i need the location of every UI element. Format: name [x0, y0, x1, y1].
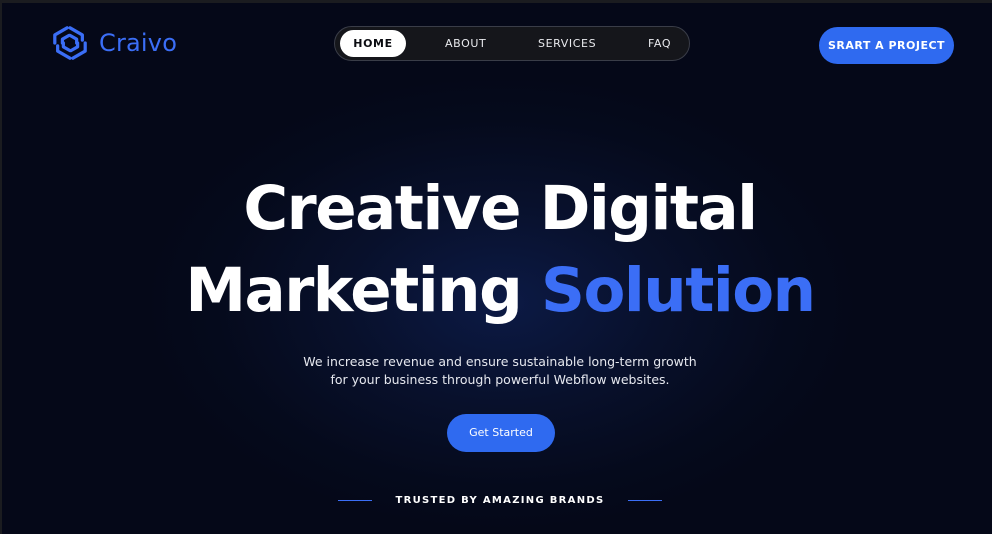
nav-item-home[interactable]: HOME: [340, 30, 406, 57]
divider-left: [337, 499, 372, 501]
hero-title: Creative Digital Marketing Solution: [2, 168, 992, 332]
brand-logo[interactable]: Craivo: [51, 24, 177, 62]
get-started-button[interactable]: Get Started: [447, 414, 555, 452]
hero-subtitle-line2: for your business through powerful Webfl…: [330, 372, 670, 387]
landing-page: Craivo HOME ABOUT SERVICES FAQ SRART A P…: [2, 3, 992, 534]
hero-subtitle-line1: We increase revenue and ensure sustainab…: [303, 354, 697, 369]
hero-title-line2: Marketing Solution: [2, 250, 992, 332]
hero-title-line1: Creative Digital: [243, 173, 758, 244]
hero-title-accent: Solution: [541, 255, 816, 326]
divider-right: [628, 499, 663, 501]
trusted-brands-label: TRUSTED BY AMAZING BRANDS: [395, 494, 605, 506]
trusted-brands-heading: TRUSTED BY AMAZING BRANDS: [2, 492, 992, 508]
nav-item-about[interactable]: ABOUT: [445, 27, 486, 60]
nav-item-services[interactable]: SERVICES: [538, 27, 596, 60]
hexagon-swirl-logo-icon: [53, 26, 87, 60]
start-project-button[interactable]: SRART A PROJECT: [819, 27, 954, 64]
hero-subtitle: We increase revenue and ensure sustainab…: [2, 353, 992, 389]
nav-item-faq[interactable]: FAQ: [648, 27, 671, 60]
main-nav: HOME ABOUT SERVICES FAQ: [334, 26, 690, 61]
hero-title-word: Marketing: [185, 255, 522, 326]
brand-name: Craivo: [99, 29, 178, 57]
monitor-bezel: Craivo HOME ABOUT SERVICES FAQ SRART A P…: [0, 0, 992, 534]
